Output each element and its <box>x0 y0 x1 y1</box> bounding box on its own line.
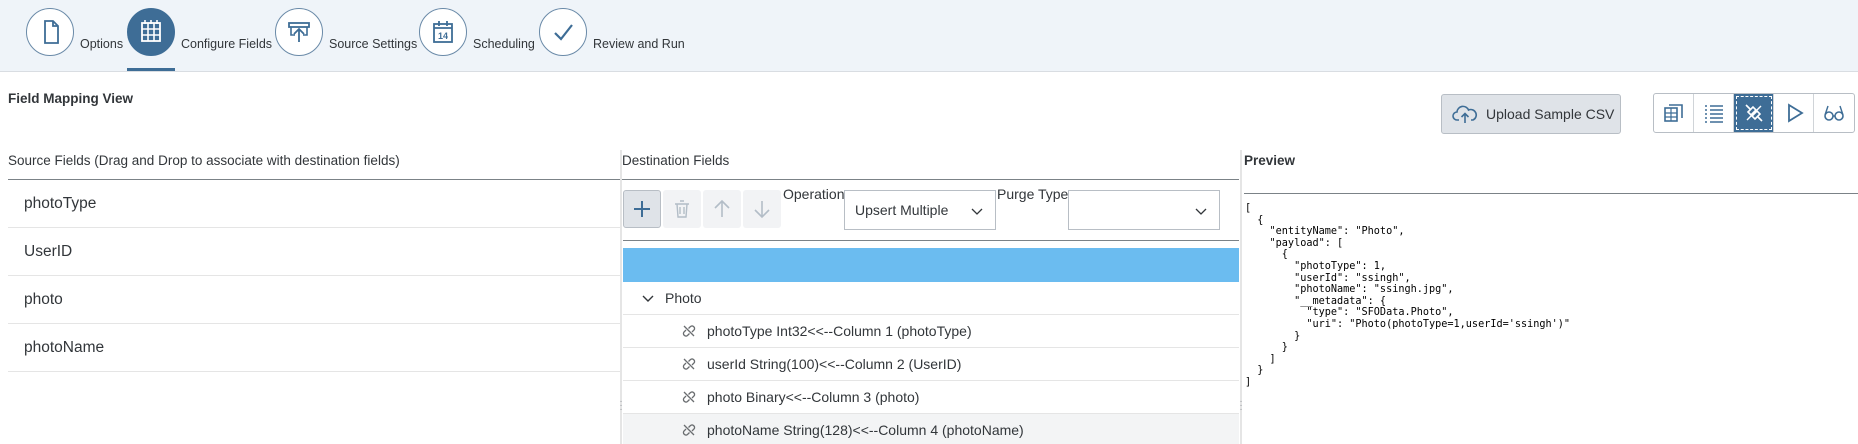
wizard-step-label: Options <box>80 37 124 51</box>
move-up-button[interactable] <box>703 190 741 228</box>
chevron-down-icon <box>642 295 654 302</box>
section-title: Field Mapping View <box>8 91 134 106</box>
mapping-view-icon <box>1744 104 1763 122</box>
operation-select[interactable]: Upsert Multiple <box>844 190 996 230</box>
wizard-step-scheduling[interactable]: 14 Scheduling <box>419 8 535 72</box>
source-field-item[interactable]: photoType <box>8 180 620 228</box>
arrow-down-icon <box>754 201 770 219</box>
tree-node-label: Photo <box>665 290 702 306</box>
unlink-icon <box>682 358 696 370</box>
source-fields-list: photoType UserID photo photoName <box>8 180 620 372</box>
unlink-icon <box>682 391 696 403</box>
preview-button[interactable] <box>1814 94 1854 132</box>
grid-icon <box>141 20 161 42</box>
wizard-step-label: Review and Run <box>593 37 685 51</box>
preview-json: [ { "entityName": "Photo", "payload": [ … <box>1245 203 1571 388</box>
table-view-icon <box>1663 104 1683 122</box>
move-down-button[interactable] <box>743 190 781 228</box>
purge-type-select[interactable] <box>1068 190 1220 230</box>
checkmark-icon <box>554 24 573 41</box>
document-icon <box>44 20 59 44</box>
tree-leaf-field[interactable]: photoType Int32<<--Column 1 (photoType) <box>623 315 1239 348</box>
tree-selected-row[interactable] <box>623 248 1239 282</box>
tree-leaf-label: photo Binary<<--Column 3 (photo) <box>707 389 920 405</box>
list-view-button[interactable] <box>1694 94 1734 132</box>
tree-node-photo[interactable]: Photo <box>623 282 1239 315</box>
destination-preview-splitter[interactable]: · · · <box>1239 150 1243 444</box>
table-view-button[interactable] <box>1654 94 1694 132</box>
active-step-indicator <box>127 68 175 71</box>
preview-glasses-icon <box>1824 105 1844 121</box>
source-field-item[interactable]: photoName <box>8 324 620 372</box>
chevron-down-icon <box>971 208 983 215</box>
tree-leaf-label: photoType Int32<<--Column 1 (photoType) <box>707 323 972 339</box>
wizard-step-label: Configure Fields <box>181 37 273 51</box>
unlink-icon <box>682 424 696 436</box>
preview-header: Preview <box>1244 153 1296 168</box>
wizard-step-configure-fields[interactable]: Configure Fields <box>127 8 272 72</box>
wizard-step-label: Scheduling <box>473 37 535 51</box>
calendar-icon: 14 <box>433 21 453 43</box>
svg-text:14: 14 <box>438 31 448 41</box>
destination-fields-header: Destination Fields <box>622 153 730 168</box>
wizard-step-label: Source Settings <box>329 37 418 51</box>
destination-toolbar: Operation Upsert Multiple Purge Type <box>623 186 1239 240</box>
arrow-up-icon <box>714 199 730 217</box>
source-field-item[interactable]: UserID <box>8 228 620 276</box>
source-fields-header: Source Fields (Drag and Drop to associat… <box>8 153 400 168</box>
trash-icon <box>675 200 689 218</box>
unlink-icon <box>682 325 696 337</box>
upload-screen-icon <box>288 22 310 42</box>
source-field-item[interactable]: photo <box>8 276 620 324</box>
destination-header-divider <box>622 179 1239 180</box>
purge-type-label: Purge Type <box>997 186 1069 202</box>
tree-leaf-label: photoName String(128)<<--Column 4 (photo… <box>707 422 1024 438</box>
tree-leaf-field[interactable]: photoName String(128)<<--Column 4 (photo… <box>623 414 1239 444</box>
destination-fields-tree: Photo photoType Int32<<--Column 1 (photo… <box>623 248 1239 444</box>
wizard-step-options[interactable]: Options <box>26 8 123 72</box>
source-destination-splitter[interactable]: · · · <box>619 150 623 444</box>
list-view-icon <box>1704 105 1723 123</box>
run-button[interactable] <box>1774 94 1814 132</box>
destination-toolbar-divider <box>623 240 1239 241</box>
wizard-step-review-and-run[interactable]: Review and Run <box>539 8 685 72</box>
delete-field-button[interactable] <box>663 190 701 228</box>
operation-value: Upsert Multiple <box>855 202 949 218</box>
tree-leaf-field[interactable]: photo Binary<<--Column 3 (photo) <box>623 381 1239 414</box>
upload-sample-csv-button[interactable]: Upload Sample CSV <box>1441 94 1621 134</box>
wizard-step-source-settings[interactable]: Source Settings <box>275 8 417 72</box>
preview-header-divider <box>1244 193 1858 194</box>
tree-leaf-field[interactable]: userId String(100)<<--Column 2 (UserID) <box>623 348 1239 381</box>
add-field-button[interactable] <box>623 190 661 228</box>
plus-icon <box>634 201 650 217</box>
operation-label: Operation <box>783 186 845 202</box>
upload-sample-csv-label: Upload Sample CSV <box>1486 106 1615 122</box>
wizard-header: Options Configure Fields Source Settings… <box>0 0 1858 72</box>
mapping-view-button[interactable] <box>1734 94 1774 132</box>
chevron-down-icon <box>1195 208 1207 215</box>
cloud-upload-icon <box>1452 105 1478 123</box>
view-switcher <box>1653 93 1855 133</box>
tree-leaf-label: userId String(100)<<--Column 2 (UserID) <box>707 356 962 372</box>
play-icon <box>1787 103 1804 123</box>
